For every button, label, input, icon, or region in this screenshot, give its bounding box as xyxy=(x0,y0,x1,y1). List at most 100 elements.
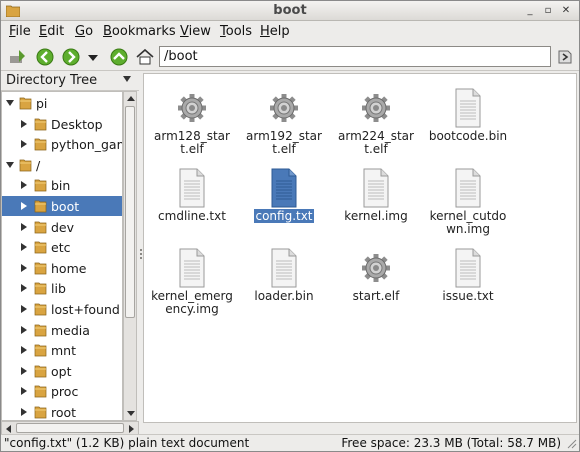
resize-grip-icon[interactable] xyxy=(565,437,577,449)
file-name: config.txt xyxy=(238,209,330,223)
menu-edit[interactable]: Edit xyxy=(39,24,64,39)
expander-open-icon[interactable] xyxy=(6,100,14,106)
expander-closed-icon[interactable] xyxy=(21,366,27,375)
tree-item-bin[interactable]: bin xyxy=(2,175,122,195)
scroll-thumb[interactable] xyxy=(125,106,135,318)
new-tab-icon[interactable] xyxy=(7,47,27,67)
menu-file[interactable]: File xyxy=(9,24,31,39)
file-item[interactable]: loader.bin xyxy=(238,242,330,318)
expander-closed-icon[interactable] xyxy=(21,140,27,149)
go-icon[interactable] xyxy=(555,47,575,67)
file-item[interactable]: arm224_star t.elf xyxy=(330,82,422,158)
tree-item-mnt[interactable]: mnt xyxy=(2,340,122,360)
tree-item-label: home xyxy=(51,260,87,276)
menu-label: ile xyxy=(15,24,31,39)
folder-icon xyxy=(19,158,32,172)
file-view: arm128_star t.elf arm192_star t.elf arm224_s… xyxy=(143,73,577,423)
tree-item-label: opt xyxy=(51,363,72,379)
menu-go[interactable]: Go xyxy=(75,24,93,39)
tree-item-proc[interactable]: proc xyxy=(2,381,122,401)
expander-closed-icon[interactable] xyxy=(21,202,27,210)
tree-item-label: pi xyxy=(36,96,48,111)
close-button[interactable]: ✕ xyxy=(559,4,573,18)
tree-horizontal-scrollbar[interactable] xyxy=(1,421,139,435)
forward-arrow-icon[interactable] xyxy=(61,47,81,67)
tree-item-label: bin xyxy=(51,178,71,194)
scroll-down-icon[interactable] xyxy=(127,411,135,416)
expander-closed-icon[interactable] xyxy=(21,263,27,272)
expander-closed-icon[interactable] xyxy=(21,325,27,334)
file-name: cmdline.txt xyxy=(146,210,238,223)
tree-item-root[interactable]: / xyxy=(2,155,122,175)
back-arrow-icon[interactable] xyxy=(35,47,55,67)
expander-closed-icon[interactable] xyxy=(21,387,27,396)
expander-closed-icon[interactable] xyxy=(21,243,27,252)
tree-item-boot[interactable]: boot xyxy=(2,196,122,216)
minimize-button[interactable]: _ xyxy=(523,4,537,18)
tree-item-pi[interactable]: pi xyxy=(2,93,122,113)
expander-closed-icon[interactable] xyxy=(21,222,27,231)
tree-item-opt[interactable]: opt xyxy=(2,361,122,381)
scroll-left-icon[interactable] xyxy=(6,425,11,433)
file-item[interactable]: bootcode.bin xyxy=(422,82,514,158)
folder-icon xyxy=(34,117,47,131)
tree-item-lib[interactable]: lib xyxy=(2,278,122,298)
scroll-right-icon[interactable] xyxy=(129,425,134,433)
scroll-thumb-horizontal[interactable] xyxy=(16,423,124,433)
file-item[interactable]: arm192_star t.elf xyxy=(238,82,330,158)
expander-closed-icon[interactable] xyxy=(21,181,27,190)
file-name: arm128_star t.elf xyxy=(146,130,238,156)
path-input[interactable]: /boot xyxy=(159,46,551,67)
tree-item-home[interactable]: home xyxy=(2,258,122,278)
title-bar[interactable]: boot _ ▫ ✕ xyxy=(1,1,579,21)
file-item[interactable]: arm128_star t.elf xyxy=(146,82,238,158)
expander-closed-icon[interactable] xyxy=(21,284,27,293)
file-name: loader.bin xyxy=(238,290,330,303)
file-name: start.elf xyxy=(330,290,422,303)
tree-item-etc[interactable]: etc xyxy=(2,237,122,257)
tree-item-media[interactable]: media xyxy=(2,320,122,340)
document-icon xyxy=(176,248,208,288)
expander-closed-icon[interactable] xyxy=(21,119,27,128)
expander-closed-icon[interactable] xyxy=(21,346,27,355)
expander-open-icon[interactable] xyxy=(6,161,14,168)
file-item[interactable]: kernel_emerg ency.img xyxy=(146,242,238,318)
file-item[interactable]: kernel_cutdo wn.img xyxy=(422,162,514,238)
menu-view[interactable]: View xyxy=(180,24,211,39)
menu-label: o xyxy=(85,24,94,39)
chevron-down-icon[interactable] xyxy=(123,76,131,82)
side-pane-selector[interactable]: Directory Tree xyxy=(1,71,139,91)
expander-closed-icon[interactable] xyxy=(21,408,27,416)
tree-item-label: / xyxy=(36,157,41,173)
file-item[interactable]: kernel.img xyxy=(330,162,422,238)
tree-item-lost-found[interactable]: lost+found xyxy=(2,299,122,319)
tree-vertical-scrollbar[interactable] xyxy=(123,91,137,421)
tree-item-root[interactable]: root xyxy=(2,402,122,420)
menu-help[interactable]: Help xyxy=(260,24,290,39)
maximize-button[interactable]: ▫ xyxy=(541,4,555,18)
up-arrow-icon[interactable] xyxy=(109,47,129,67)
document-icon xyxy=(176,168,208,208)
scroll-up-icon[interactable] xyxy=(127,96,135,101)
tree-item-desktop[interactable]: Desktop xyxy=(2,114,122,134)
history-dropdown-icon[interactable] xyxy=(87,47,99,67)
tree-item-dev[interactable]: dev xyxy=(2,217,122,237)
free-space-info: Free space: 23.3 MB (Total: 58.7 MB) xyxy=(341,436,561,450)
folder-icon xyxy=(34,384,47,398)
menu-accelerator: B xyxy=(103,24,112,39)
file-item[interactable]: cmdline.txt xyxy=(146,162,238,238)
folder-icon xyxy=(34,261,47,275)
folder-icon xyxy=(34,364,47,378)
file-name-line: kernel.img xyxy=(344,209,408,223)
menu-tools[interactable]: Tools xyxy=(220,24,252,39)
file-item[interactable]: config.txt xyxy=(238,162,330,238)
file-item[interactable]: start.elf xyxy=(330,242,422,318)
tree-item-python-gam[interactable]: python_gam xyxy=(2,134,122,154)
home-icon[interactable] xyxy=(135,47,155,67)
status-bar: "config.txt" (1.2 KB) plain text documen… xyxy=(1,434,579,451)
expander-closed-icon[interactable] xyxy=(21,305,27,313)
executable-gear-icon xyxy=(176,88,208,128)
menu-bookmarks[interactable]: Bookmarks xyxy=(103,24,176,39)
tree-item-label: etc xyxy=(51,240,71,256)
file-item[interactable]: issue.txt xyxy=(422,242,514,318)
